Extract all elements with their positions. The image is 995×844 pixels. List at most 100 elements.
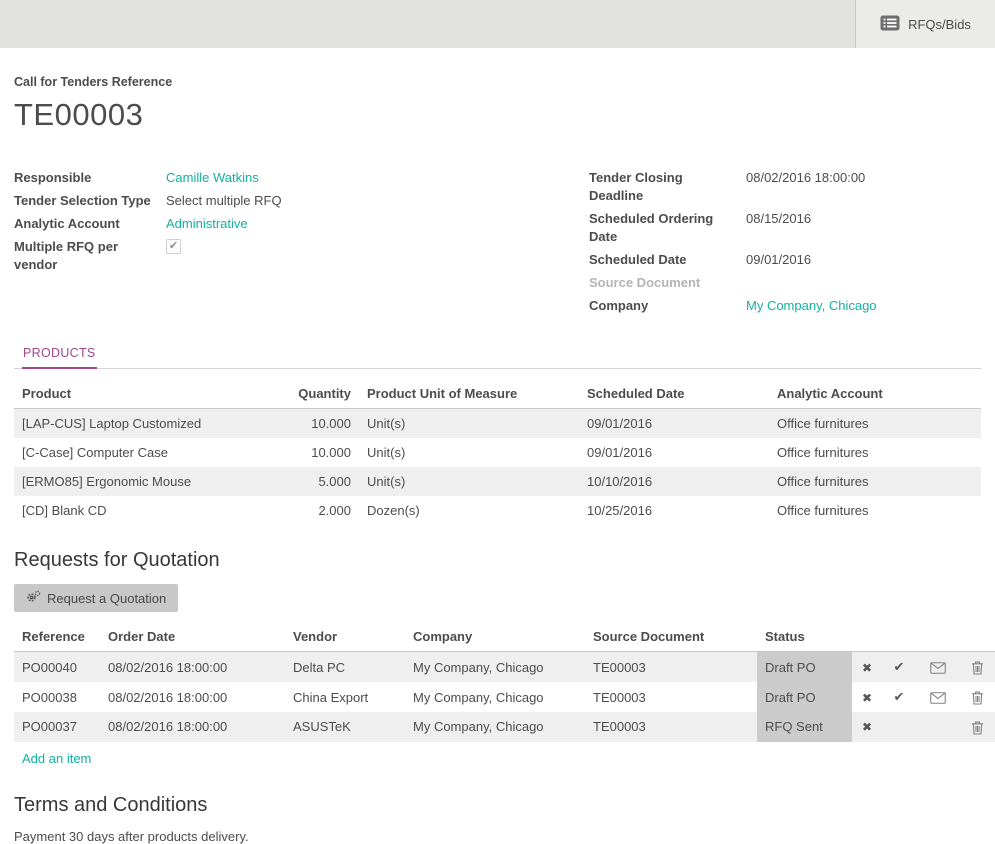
- products-table: Product Quantity Product Unit of Measure…: [14, 378, 981, 525]
- terms-section-title: Terms and Conditions: [14, 794, 981, 817]
- cell-scheduled-date: 10/10/2016: [579, 467, 769, 496]
- rfq-row[interactable]: PO0003708/02/2016 18:00:00ASUSTeKMy Comp…: [14, 712, 995, 742]
- terms-body-text: Payment 30 days after products delivery.: [14, 829, 981, 844]
- field-value-link[interactable]: My Company, Chicago: [746, 297, 877, 315]
- checkbox-checked[interactable]: ✔: [166, 239, 181, 254]
- field-label: Company: [589, 297, 746, 315]
- cell-company: My Company, Chicago: [405, 712, 585, 742]
- cell-source-document: TE00003: [585, 712, 757, 742]
- cell-quantity: 5.000: [259, 467, 359, 496]
- field-value: 08/15/2016: [746, 210, 811, 228]
- product-row[interactable]: [C-Case] Computer Case10.000Unit(s)09/01…: [14, 438, 981, 467]
- status-badge: Draft PO: [757, 682, 852, 712]
- cell-quantity: 2.000: [259, 496, 359, 525]
- add-an-item-link[interactable]: Add an item: [22, 751, 91, 766]
- cell-analytic-account: Office furnitures: [769, 438, 981, 467]
- cell-product: [CD] Blank CD: [14, 496, 259, 525]
- cell-analytic-account: Office furnitures: [769, 496, 981, 525]
- request-quotation-button[interactable]: Request a Quotation: [14, 584, 178, 612]
- cell-vendor: ASUSTeK: [285, 712, 405, 742]
- form-sheet: Call for Tenders Reference TE00003 Respo…: [0, 48, 995, 844]
- field-group-right: Tender Closing Deadline08/02/2016 18:00:…: [589, 169, 981, 320]
- field-row: ResponsibleCamille Watkins: [14, 169, 484, 187]
- reference-field-label: Call for Tenders Reference: [14, 48, 981, 89]
- cell-quantity: 10.000: [259, 438, 359, 467]
- cell-reference: PO00040: [14, 652, 100, 683]
- col-company: Company: [405, 621, 585, 652]
- field-value-link[interactable]: Administrative: [166, 215, 248, 233]
- col-reference: Reference: [14, 621, 100, 652]
- col-analytic-account: Analytic Account: [769, 378, 981, 409]
- cell-reference: PO00037: [14, 712, 100, 742]
- cell-analytic-account: Office furnitures: [769, 467, 981, 496]
- cell-source-document: TE00003: [585, 652, 757, 683]
- field-label: Multiple RFQ per vendor: [14, 238, 166, 274]
- status-badge: RFQ Sent: [757, 712, 852, 742]
- trash-icon[interactable]: [960, 712, 995, 742]
- col-source-document: Source Document: [585, 621, 757, 652]
- field-label: Responsible: [14, 169, 166, 187]
- cancel-icon[interactable]: ✖: [852, 652, 882, 683]
- cell-vendor: China Export: [285, 682, 405, 712]
- field-row: Scheduled Date09/01/2016: [589, 251, 981, 269]
- confirm-icon: [882, 712, 916, 742]
- status-badge: Draft PO: [757, 652, 852, 683]
- field-label: Source Document: [589, 274, 746, 292]
- product-row[interactable]: [CD] Blank CD2.000Dozen(s)10/25/2016Offi…: [14, 496, 981, 525]
- cell-order-date: 08/02/2016 18:00:00: [100, 712, 285, 742]
- field-groups: ResponsibleCamille WatkinsTender Selecti…: [14, 169, 981, 320]
- cell-scheduled-date: 10/25/2016: [579, 496, 769, 525]
- cell-uom: Unit(s): [359, 467, 579, 496]
- product-row[interactable]: [LAP-CUS] Laptop Customized10.000Unit(s)…: [14, 409, 981, 439]
- col-status: Status: [757, 621, 852, 652]
- envelope-icon[interactable]: [916, 682, 960, 712]
- products-header-row: Product Quantity Product Unit of Measure…: [14, 378, 981, 409]
- confirm-icon[interactable]: ✔: [882, 652, 916, 683]
- field-value: 08/02/2016 18:00:00: [746, 169, 865, 187]
- rfqs-bids-label: RFQs/Bids: [908, 17, 971, 32]
- trash-icon[interactable]: [960, 682, 995, 712]
- field-row: CompanyMy Company, Chicago: [589, 297, 981, 315]
- col-vendor: Vendor: [285, 621, 405, 652]
- rfq-row[interactable]: PO0004008/02/2016 18:00:00Delta PCMy Com…: [14, 652, 995, 683]
- cell-reference: PO00038: [14, 682, 100, 712]
- list-icon: [880, 15, 900, 34]
- cell-uom: Unit(s): [359, 438, 579, 467]
- confirm-icon[interactable]: ✔: [882, 682, 916, 712]
- rfq-row[interactable]: PO0003808/02/2016 18:00:00China ExportMy…: [14, 682, 995, 712]
- field-label: Tender Selection Type: [14, 192, 166, 210]
- col-quantity: Quantity: [259, 378, 359, 409]
- cell-vendor: Delta PC: [285, 652, 405, 683]
- trash-icon[interactable]: [960, 652, 995, 683]
- envelope-icon: [916, 712, 960, 742]
- rfq-table: Reference Order Date Vendor Company Sour…: [14, 621, 995, 742]
- cell-quantity: 10.000: [259, 409, 359, 439]
- cancel-icon[interactable]: ✖: [852, 682, 882, 712]
- field-label: Tender Closing Deadline: [589, 169, 746, 205]
- rfqs-bids-button[interactable]: RFQs/Bids: [855, 0, 995, 48]
- request-quotation-label: Request a Quotation: [47, 591, 166, 606]
- col-actions: [852, 621, 882, 652]
- field-label: Scheduled Date: [589, 251, 746, 269]
- rfq-section-title: Requests for Quotation: [14, 549, 981, 572]
- notebook-tabs: PRODUCTS: [14, 342, 981, 369]
- cell-product: [ERMO85] Ergonomic Mouse: [14, 467, 259, 496]
- tab-products[interactable]: PRODUCTS: [22, 342, 97, 369]
- col-uom: Product Unit of Measure: [359, 378, 579, 409]
- field-row: Scheduled Ordering Date08/15/2016: [589, 210, 981, 246]
- envelope-icon[interactable]: [916, 652, 960, 683]
- field-value: Select multiple RFQ: [166, 192, 282, 210]
- cell-product: [LAP-CUS] Laptop Customized: [14, 409, 259, 439]
- field-value-link[interactable]: Camille Watkins: [166, 169, 259, 187]
- field-row: Tender Closing Deadline08/02/2016 18:00:…: [589, 169, 981, 205]
- cell-order-date: 08/02/2016 18:00:00: [100, 682, 285, 712]
- field-row: Multiple RFQ per vendor✔: [14, 238, 484, 274]
- field-row: Analytic AccountAdministrative: [14, 215, 484, 233]
- cell-scheduled-date: 09/01/2016: [579, 438, 769, 467]
- page-title: TE00003: [14, 97, 981, 133]
- cancel-icon[interactable]: ✖: [852, 712, 882, 742]
- cell-uom: Unit(s): [359, 409, 579, 439]
- cell-scheduled-date: 09/01/2016: [579, 409, 769, 439]
- col-order-date: Order Date: [100, 621, 285, 652]
- product-row[interactable]: [ERMO85] Ergonomic Mouse5.000Unit(s)10/1…: [14, 467, 981, 496]
